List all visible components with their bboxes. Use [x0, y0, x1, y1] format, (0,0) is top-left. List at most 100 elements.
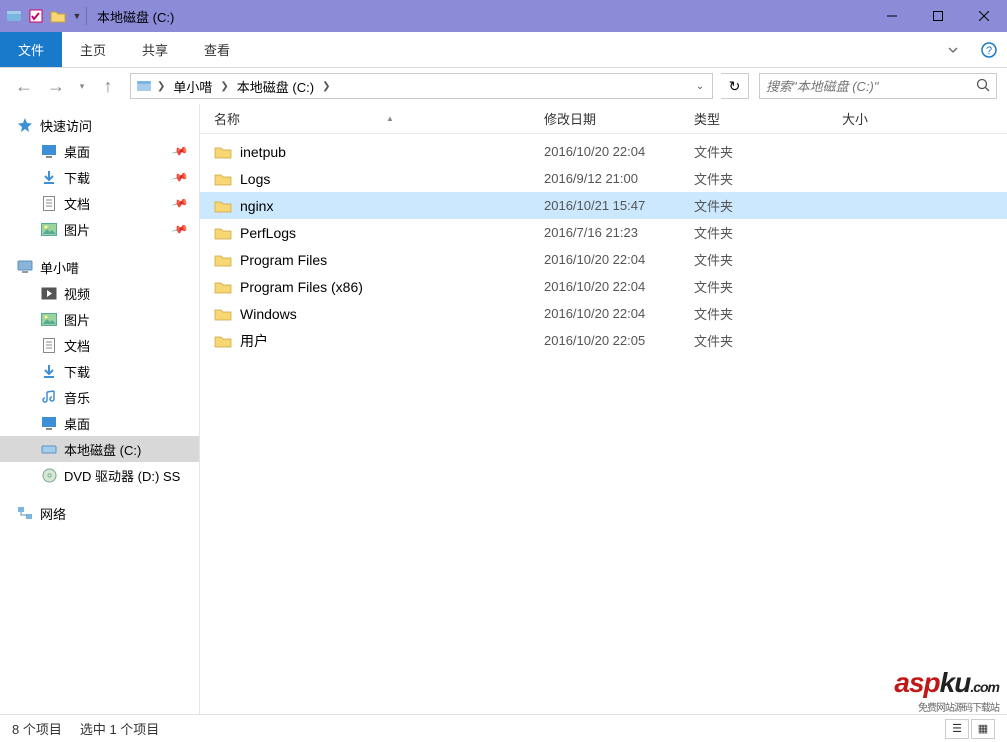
- sort-indicator-icon: ▲: [386, 114, 394, 123]
- search-box[interactable]: [759, 73, 997, 99]
- back-button[interactable]: ←: [10, 72, 38, 100]
- sidebar-item-label: 下载: [64, 168, 90, 187]
- pin-icon: 📌: [171, 220, 189, 238]
- qat-folder-icon[interactable]: [50, 8, 66, 24]
- file-type: 文件夹: [694, 196, 842, 215]
- file-row[interactable]: 用户2016/10/20 22:05文件夹: [200, 327, 1007, 354]
- status-bar: 8 个项目 选中 1 个项目 ☰ ▦: [0, 714, 1007, 742]
- sidebar-item-label: 图片: [64, 220, 90, 239]
- column-date[interactable]: 修改日期: [544, 109, 694, 128]
- file-row[interactable]: inetpub2016/10/20 22:04文件夹: [200, 138, 1007, 165]
- close-button[interactable]: [961, 0, 1007, 32]
- file-row[interactable]: Program Files2016/10/20 22:04文件夹: [200, 246, 1007, 273]
- address-bar[interactable]: ❯ 单小唶 ❯ 本地磁盘 (C:) ❯ ⌄: [130, 73, 713, 99]
- column-size[interactable]: 大小: [842, 109, 1007, 128]
- column-type[interactable]: 类型: [694, 109, 842, 128]
- sidebar-item[interactable]: 下载: [0, 358, 199, 384]
- sidebar-quick-access[interactable]: 快速访问: [0, 112, 199, 138]
- pin-icon: 📌: [171, 168, 189, 186]
- file-date: 2016/10/20 22:04: [544, 306, 694, 321]
- forward-button[interactable]: →: [42, 72, 70, 100]
- status-count: 8 个项目: [12, 719, 62, 738]
- star-icon: [16, 116, 34, 134]
- sidebar: 快速访问 桌面📌下载📌文档📌图片📌 单小唶 视频图片文档下载音乐桌面本地磁盘 (…: [0, 104, 200, 714]
- sidebar-item[interactable]: 文档 📌: [0, 190, 199, 216]
- folder-icon: [214, 226, 232, 240]
- sidebar-item-label: DVD 驱动器 (D:) SS: [64, 466, 180, 485]
- sidebar-item[interactable]: 本地磁盘 (C:): [0, 436, 199, 462]
- item-icon: [40, 466, 58, 484]
- qat-dropdown-icon[interactable]: ▼: [72, 8, 82, 24]
- sidebar-item[interactable]: 图片: [0, 306, 199, 332]
- file-date: 2016/10/20 22:04: [544, 252, 694, 267]
- sidebar-item[interactable]: 图片 📌: [0, 216, 199, 242]
- item-icon: [40, 142, 58, 160]
- file-date: 2016/10/20 22:04: [544, 144, 694, 159]
- search-icon[interactable]: [976, 78, 990, 95]
- title-bar: ▼ 本地磁盘 (C:): [0, 0, 1007, 32]
- item-icon: [40, 388, 58, 406]
- file-date: 2016/10/21 15:47: [544, 198, 694, 213]
- nav-bar: ← → ▾ ↑ ❯ 单小唶 ❯ 本地磁盘 (C:) ❯ ⌄ ↻: [0, 68, 1007, 104]
- file-date: 2016/7/16 21:23: [544, 225, 694, 240]
- address-dropdown-icon[interactable]: ⌄: [690, 81, 710, 92]
- chevron-right-icon[interactable]: ❯: [218, 81, 230, 92]
- minimize-button[interactable]: [869, 0, 915, 32]
- help-icon[interactable]: ?: [971, 32, 1007, 67]
- view-icons-button[interactable]: ▦: [971, 719, 995, 739]
- file-name: nginx: [240, 198, 273, 214]
- tab-share[interactable]: 共享: [124, 32, 186, 67]
- pin-icon: 📌: [171, 194, 189, 212]
- file-type: 文件夹: [694, 304, 842, 323]
- file-row[interactable]: Windows 2016/10/20 22:04文件夹: [200, 300, 1007, 327]
- network-icon: [16, 504, 34, 522]
- file-type: 文件夹: [694, 223, 842, 242]
- main-area: 快速访问 桌面📌下载📌文档📌图片📌 单小唶 视频图片文档下载音乐桌面本地磁盘 (…: [0, 104, 1007, 714]
- sidebar-item-label: 文档: [64, 194, 90, 213]
- sidebar-item[interactable]: DVD 驱动器 (D:) SS: [0, 462, 199, 488]
- sidebar-item-label: 下载: [64, 362, 90, 381]
- file-row[interactable]: Logs2016/9/12 21:00文件夹: [200, 165, 1007, 192]
- refresh-button[interactable]: ↻: [721, 73, 749, 99]
- sidebar-this-pc[interactable]: 单小唶: [0, 254, 199, 280]
- maximize-button[interactable]: [915, 0, 961, 32]
- chevron-right-icon[interactable]: ❯: [155, 81, 167, 92]
- file-name: Windows: [240, 306, 297, 322]
- file-row[interactable]: PerfLogs2016/7/16 21:23文件夹: [200, 219, 1007, 246]
- item-icon: [40, 440, 58, 458]
- file-name: inetpub: [240, 144, 286, 160]
- sidebar-item[interactable]: 音乐: [0, 384, 199, 410]
- file-date: 2016/9/12 21:00: [544, 171, 694, 186]
- sidebar-item[interactable]: 下载 📌: [0, 164, 199, 190]
- breadcrumb-pc[interactable]: 单小唶: [167, 74, 218, 98]
- column-name[interactable]: 名称▲: [214, 109, 544, 128]
- tab-view[interactable]: 查看: [186, 32, 248, 67]
- sidebar-item[interactable]: 桌面: [0, 410, 199, 436]
- file-name: Program Files (x86): [240, 279, 363, 295]
- history-dropdown-icon[interactable]: ▾: [74, 81, 90, 92]
- content-pane: 名称▲ 修改日期 类型 大小 inetpub2016/10/20 22:04文件…: [200, 104, 1007, 714]
- breadcrumb-drive[interactable]: 本地磁盘 (C:): [231, 74, 320, 98]
- sidebar-item[interactable]: 桌面📌: [0, 138, 199, 164]
- sidebar-item[interactable]: 视频: [0, 280, 199, 306]
- tab-home[interactable]: 主页: [62, 32, 124, 67]
- tab-file[interactable]: 文件: [0, 32, 62, 67]
- divider: [86, 7, 87, 25]
- chevron-right-icon[interactable]: ❯: [320, 81, 332, 92]
- sidebar-item[interactable]: 文档: [0, 332, 199, 358]
- sidebar-network[interactable]: 网络: [0, 500, 199, 526]
- search-input[interactable]: [766, 79, 976, 94]
- ribbon: 文件 主页 共享 查看 ?: [0, 32, 1007, 68]
- qat-properties-icon[interactable]: [28, 8, 44, 24]
- view-details-button[interactable]: ☰: [945, 719, 969, 739]
- up-button[interactable]: ↑: [94, 72, 122, 100]
- item-icon: [40, 362, 58, 380]
- file-row[interactable]: nginx 2016/10/21 15:47文件夹: [200, 192, 1007, 219]
- file-row[interactable]: Program Files (x86)2016/10/20 22:04文件夹: [200, 273, 1007, 300]
- folder-icon: [214, 172, 232, 186]
- file-name: Program Files: [240, 252, 327, 268]
- file-type: 文件夹: [694, 277, 842, 296]
- folder-icon: [214, 145, 232, 159]
- ribbon-expand-icon[interactable]: [935, 32, 971, 67]
- app-icon: [6, 8, 22, 24]
